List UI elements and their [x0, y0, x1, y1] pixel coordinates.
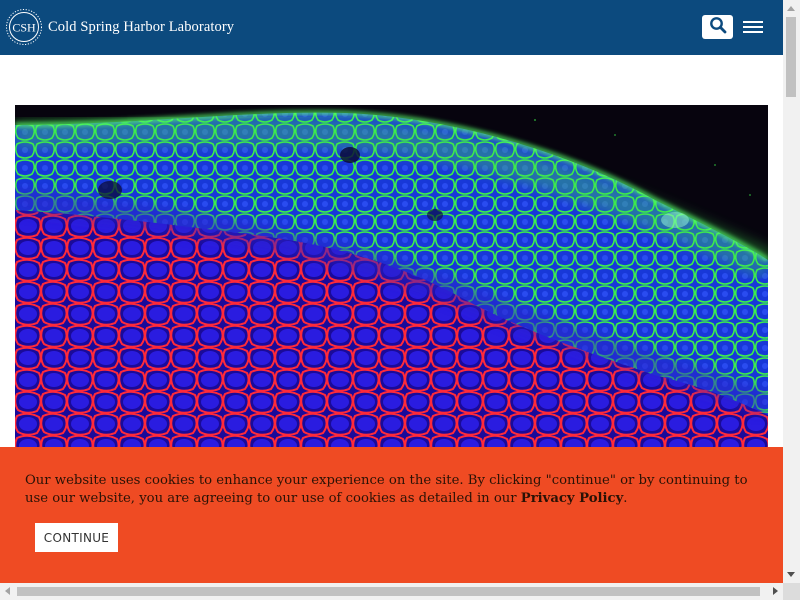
scroll-up-arrow-icon[interactable] [787, 6, 795, 11]
scroll-right-arrow-icon[interactable] [773, 587, 778, 595]
csh-seal-logo: CSH [5, 8, 43, 46]
site-logo-link[interactable]: CSH Cold Spring Harbor Laboratory [5, 7, 234, 47]
privacy-policy-link[interactable]: Privacy Policy [521, 491, 623, 506]
page-viewport: CSH Cold Spring Harbor Laboratory Our we… [0, 0, 783, 583]
hero-microscopy-image [15, 105, 768, 455]
logo-name: Cold Spring Harbor Laboratory [48, 18, 235, 35]
cookie-consent-text: Our website uses cookies to enhance your… [25, 472, 765, 508]
cookie-text-end: . [623, 491, 628, 506]
hamburger-menu-icon[interactable] [741, 17, 767, 37]
scroll-left-arrow-icon[interactable] [5, 587, 10, 595]
vertical-scrollbar-thumb[interactable] [786, 17, 796, 97]
search-button[interactable] [702, 15, 733, 39]
cookie-consent-banner: Our website uses cookies to enhance your… [0, 447, 783, 583]
scrollbar-corner [783, 583, 800, 600]
scroll-down-arrow-icon[interactable] [787, 572, 795, 577]
vertical-scrollbar[interactable] [783, 0, 800, 583]
cookie-text-main: Our website uses cookies to enhance your… [25, 473, 748, 506]
search-icon [709, 16, 727, 39]
horizontal-scrollbar-thumb[interactable] [17, 587, 760, 596]
continue-button[interactable]: CONTINUE [35, 523, 118, 552]
site-header: CSH Cold Spring Harbor Laboratory [0, 0, 783, 55]
horizontal-scrollbar[interactable] [0, 583, 783, 600]
logo-seal-text: CSH [12, 21, 36, 35]
